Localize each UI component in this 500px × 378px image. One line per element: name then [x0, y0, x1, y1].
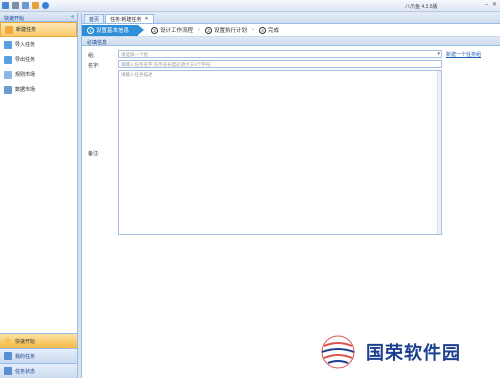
help-icon[interactable]	[42, 2, 49, 9]
collapse-icon[interactable]: «	[71, 14, 74, 20]
sidebar-item-label: 数据市场	[15, 87, 36, 93]
group-select[interactable]: 请选择一个组 ▾	[118, 50, 442, 58]
new-group-link[interactable]: 新建一个任务组	[446, 51, 481, 58]
group-label: 组:	[88, 53, 95, 59]
name-label: 名字:	[88, 63, 100, 69]
step-label: 设置基本信息	[96, 28, 130, 34]
wizard-step-workflow[interactable]: 2 设计工作流程	[146, 25, 198, 36]
tab-home[interactable]: 首页	[84, 14, 105, 23]
note-placeholder: 请输入任务描述	[121, 72, 153, 77]
watermark: 国荣软件园	[300, 325, 500, 378]
tab-label: 任务:新建任务	[110, 16, 142, 23]
import-icon	[4, 40, 12, 49]
step-label: 完成	[268, 28, 280, 34]
group-placeholder: 请选择一个组	[121, 52, 148, 57]
accordion-label: 快速开始	[15, 338, 36, 345]
title-bar: 八爪鱼 4.3.5版 – ✕	[0, 0, 500, 12]
chevron-down-icon: ▾	[437, 51, 440, 57]
folder-icon[interactable]	[2, 2, 9, 9]
tab-strip: 首页 任务:新建任务 ✕	[82, 13, 500, 24]
note-textarea[interactable]: 请输入任务描述	[118, 70, 442, 235]
step-number: 4	[259, 26, 267, 34]
app-title: 八爪鱼 4.3.5版	[405, 4, 438, 10]
sidebar-item-import-task[interactable]: 导入任务	[0, 37, 77, 52]
status-icon	[4, 367, 12, 375]
wizard-step-schedule[interactable]: 3 设置执行计划	[200, 25, 252, 36]
sidebar-item-label: 导入任务	[15, 42, 36, 48]
close-icon[interactable]: ✕	[144, 16, 148, 22]
step-number: 1	[87, 26, 94, 34]
save-icon[interactable]	[12, 2, 19, 9]
name-input[interactable]: 请输入任务名字,任务名长度必须大于4个字符	[118, 60, 442, 68]
required-info-header: 必填信息	[82, 37, 500, 46]
export-icon	[4, 55, 12, 64]
step-label: 设置执行计划	[214, 28, 248, 34]
wizard-step-finish[interactable]: 4 完成	[254, 25, 284, 36]
wizard-step-basic-info[interactable]: 1 设置基本信息	[82, 24, 145, 36]
accordion-task-status[interactable]: 任务状态	[0, 363, 77, 378]
sidebar-title: 快速开始	[4, 16, 25, 22]
rule-market-icon	[4, 70, 12, 79]
name-placeholder: 请输入任务名字,任务名长度必须大于4个字符	[121, 62, 211, 67]
step-label: 设计工作流程	[160, 28, 194, 34]
tool-icon[interactable]	[32, 2, 39, 9]
sidebar-header: 快速开始 «	[0, 13, 77, 22]
minimize-button[interactable]: –	[485, 2, 488, 9]
sidebar-item-rule-market[interactable]: 规则市场	[0, 67, 77, 82]
sidebar-item-export-task[interactable]: 导出任务	[0, 52, 77, 67]
note-label: 备注:	[88, 151, 100, 157]
quick-toolbar	[2, 2, 49, 9]
sidebar-item-label: 导出任务	[15, 57, 36, 63]
new-task-icon	[5, 25, 13, 34]
tab-label: 首页	[89, 16, 100, 23]
wizard-steps: 1 设置基本信息 2 设计工作流程 › 3 设置执行计划 › 4 完成	[82, 24, 500, 37]
sidebar: 快速开始 « 新建任务 导入任务 导出任务 规则市场 数据市场 快速开始 我的任…	[0, 13, 78, 378]
accordion-label: 我的任务	[15, 353, 36, 360]
sidebar-item-new-task[interactable]: 新建任务	[0, 22, 77, 37]
sidebar-item-label: 新建任务	[16, 27, 37, 33]
step-number: 2	[151, 26, 159, 34]
accordion-my-tasks[interactable]: 我的任务	[0, 348, 77, 363]
my-tasks-icon	[4, 352, 12, 360]
sidebar-accordion: 快速开始 我的任务 任务状态	[0, 333, 77, 378]
sidebar-item-data-market[interactable]: 数据市场	[0, 82, 77, 97]
main-panel: 首页 任务:新建任务 ✕ 1 设置基本信息 2 设计工作流程 › 3 设置执行计…	[81, 13, 500, 378]
window-controls: – ✕	[485, 2, 497, 9]
sidebar-item-label: 规则市场	[15, 72, 36, 78]
watermark-text: 国荣软件园	[366, 342, 461, 364]
data-market-icon	[4, 85, 12, 94]
globe-logo-icon	[321, 335, 355, 368]
note-scrollbar[interactable]	[437, 71, 441, 234]
accordion-quick-start[interactable]: 快速开始	[0, 333, 77, 348]
close-button[interactable]: ✕	[492, 2, 497, 9]
star-icon	[4, 337, 12, 345]
tab-new-task[interactable]: 任务:新建任务 ✕	[105, 14, 154, 23]
step-number: 3	[205, 26, 213, 34]
document-icon[interactable]	[22, 2, 29, 9]
accordion-label: 任务状态	[15, 368, 36, 375]
